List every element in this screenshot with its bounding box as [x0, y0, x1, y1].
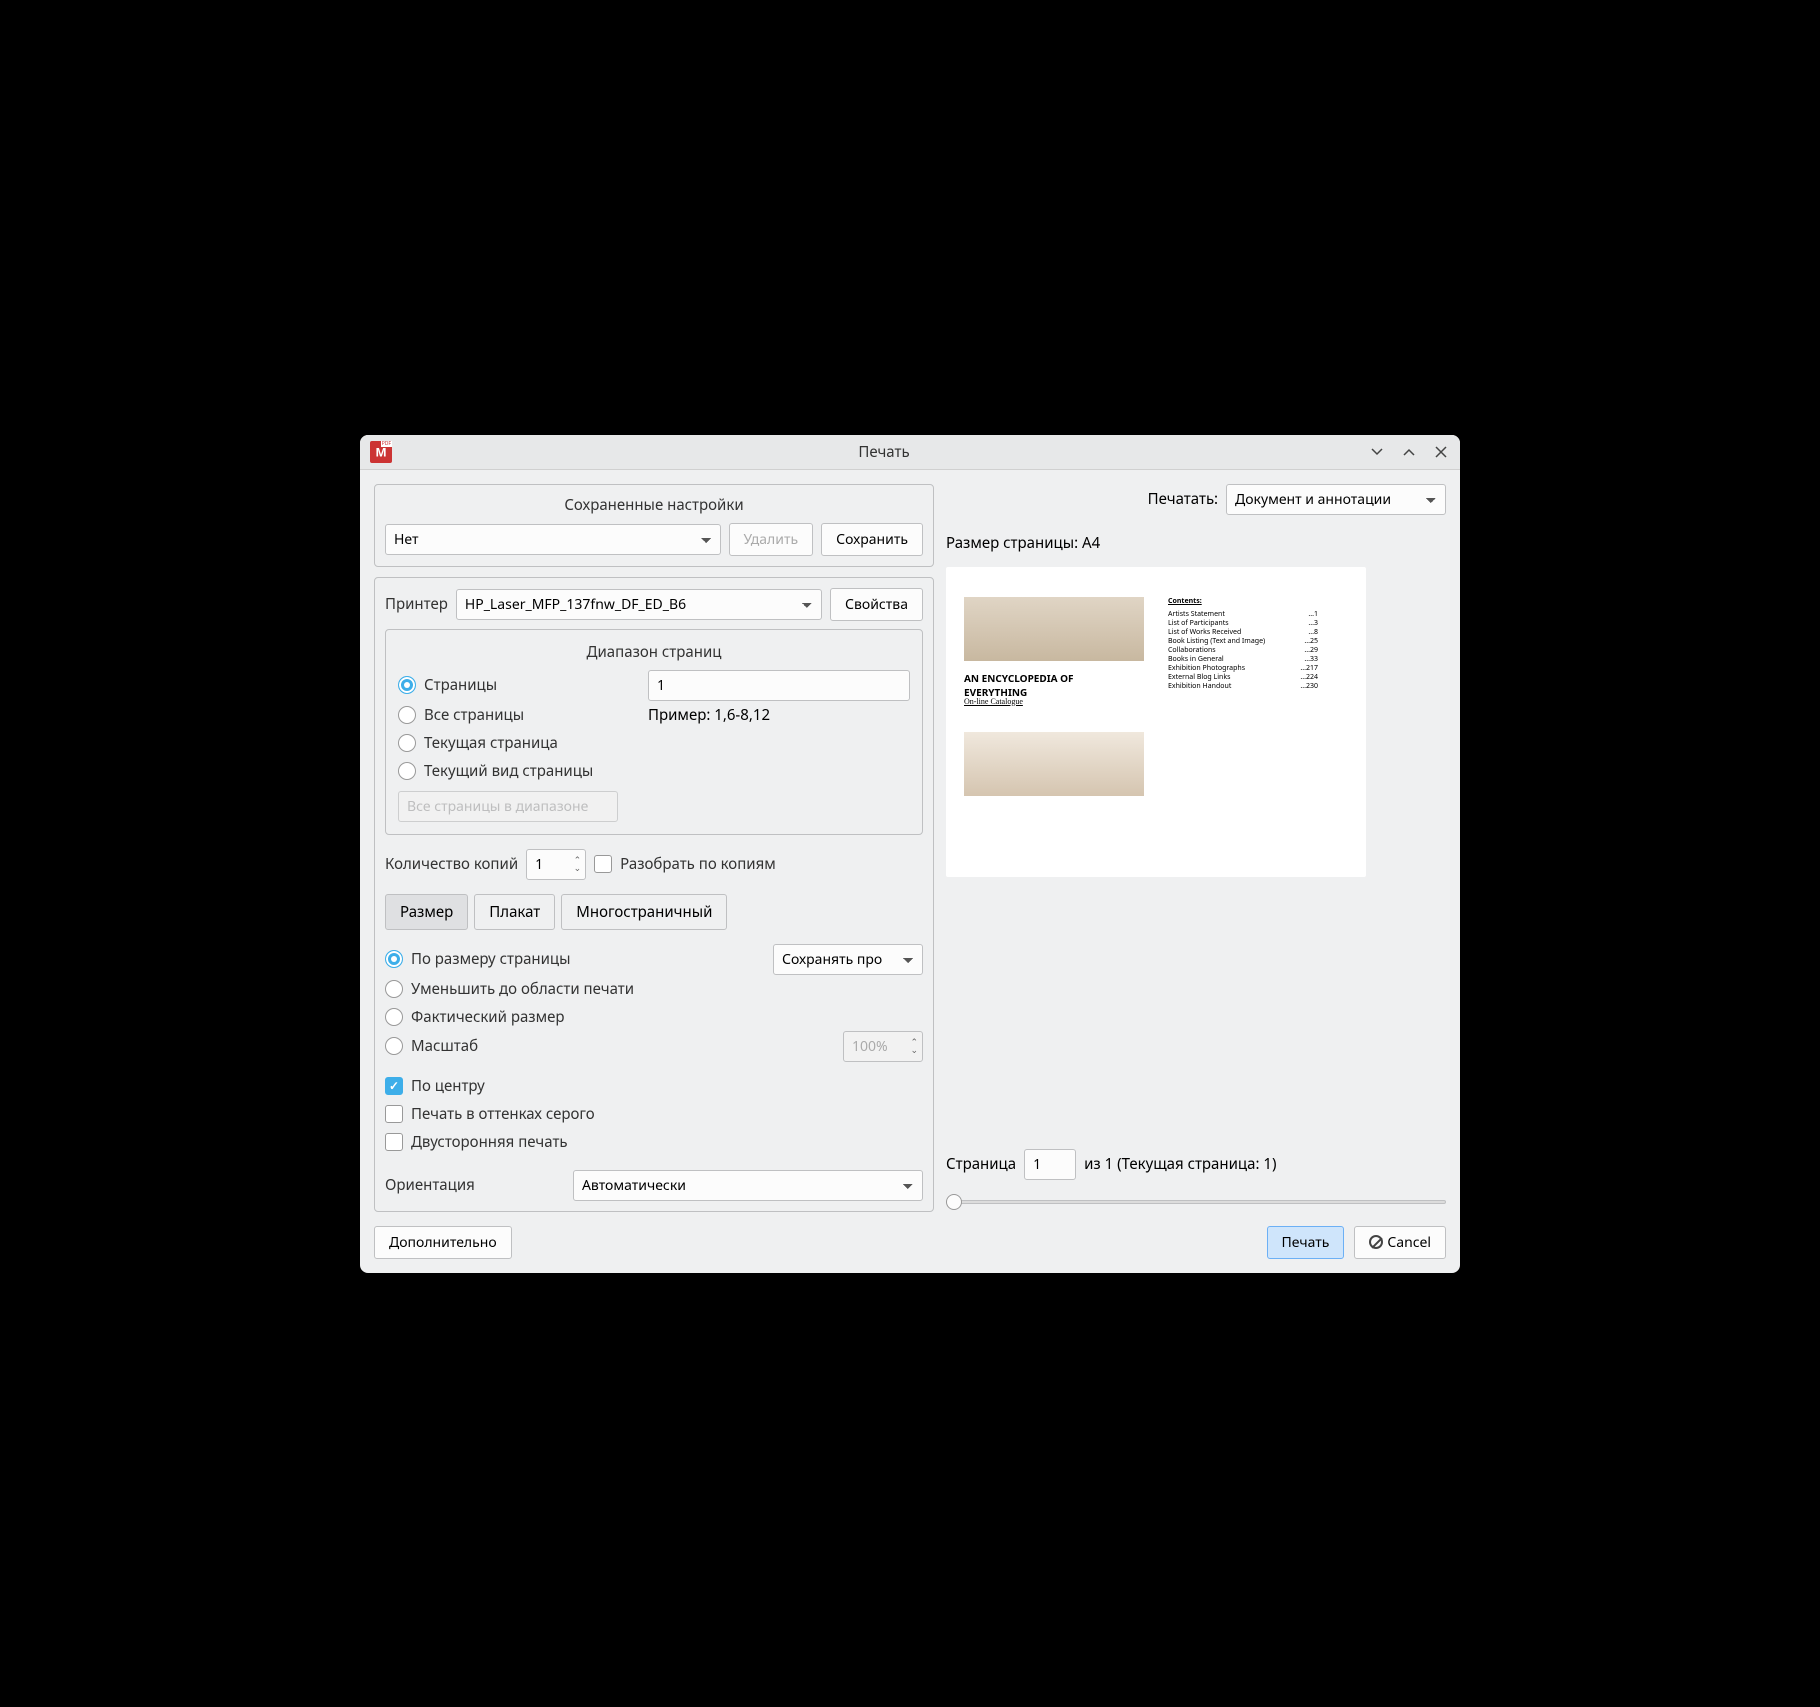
- preview-page: AN ENCYCLOPEDIA OFEVERYTHING On-line Cat…: [946, 567, 1366, 877]
- app-icon: [370, 441, 392, 463]
- duplex-check[interactable]: Двусторонняя печать: [385, 1128, 923, 1156]
- paper-size-label: Размер страницы: A4: [946, 533, 1446, 553]
- window-title: Печать: [400, 442, 1368, 462]
- copies-label: Количество копий: [385, 854, 518, 874]
- minimize-button[interactable]: [1368, 443, 1386, 461]
- collate-check[interactable]: Разобрать по копиям: [594, 850, 776, 878]
- preview-doc-subtitle: On-line Catalogue: [964, 697, 1023, 706]
- printer-group: Принтер HP_Laser_MFP_137fnw_DF_ED_B6 Сво…: [374, 577, 934, 1212]
- print-what-label: Печатать:: [1148, 489, 1218, 509]
- pages-radio[interactable]: Страницы: [398, 671, 638, 699]
- printer-select[interactable]: HP_Laser_MFP_137fnw_DF_ED_B6: [456, 589, 822, 620]
- fit-page-radio[interactable]: По размеру страницы: [385, 945, 765, 973]
- orientation-select[interactable]: Автоматически: [573, 1170, 923, 1201]
- preview-image-2: [964, 732, 1144, 796]
- save-preset-button[interactable]: Сохранить: [821, 523, 923, 556]
- orientation-label: Ориентация: [385, 1175, 565, 1195]
- advanced-button[interactable]: Дополнительно: [374, 1226, 512, 1259]
- tab-poster[interactable]: Плакат: [474, 894, 555, 930]
- pages-input[interactable]: [648, 670, 910, 701]
- subset-select: Все страницы в диапазоне: [398, 791, 618, 822]
- tab-size[interactable]: Размер: [385, 894, 468, 930]
- printer-label: Принтер: [385, 594, 448, 614]
- copies-spin[interactable]: 1: [526, 849, 586, 880]
- all-pages-radio[interactable]: Все страницы: [398, 701, 638, 729]
- maximize-button[interactable]: [1400, 443, 1418, 461]
- page-range-title: Диапазон страниц: [398, 642, 910, 662]
- preview-contents: Contents: Artists Statement...1List of P…: [1168, 597, 1318, 691]
- preset-select[interactable]: Нет: [385, 524, 721, 555]
- saved-settings-title: Сохраненные настройки: [385, 495, 923, 515]
- cancel-icon: [1369, 1235, 1383, 1249]
- print-button[interactable]: Печать: [1267, 1226, 1345, 1259]
- page-range-group: Диапазон страниц Страницы Все страницы П…: [385, 629, 923, 835]
- cancel-button[interactable]: Cancel: [1354, 1226, 1446, 1259]
- shrink-radio[interactable]: Уменьшить до области печати: [385, 975, 923, 1003]
- titlebar: Печать: [360, 435, 1460, 470]
- delete-preset-button[interactable]: Удалить: [729, 523, 814, 556]
- range-example: Пример: 1,6-8,12: [648, 705, 770, 725]
- print-what-select[interactable]: Документ и аннотации: [1226, 484, 1446, 515]
- keep-proportions-select[interactable]: Сохранять про: [773, 944, 923, 975]
- grayscale-check[interactable]: Печать в оттенках серого: [385, 1100, 923, 1128]
- close-button[interactable]: [1432, 443, 1450, 461]
- print-dialog: Печать Сохраненные настройки Нет Удалить…: [360, 435, 1460, 1273]
- page-of-label: из 1 (Текущая страница: 1): [1084, 1154, 1276, 1174]
- custom-scale-radio[interactable]: Масштаб: [385, 1032, 478, 1060]
- scale-spin: 100%: [843, 1031, 923, 1062]
- current-view-radio[interactable]: Текущий вид страницы: [398, 757, 910, 785]
- current-page-radio[interactable]: Текущая страница: [398, 729, 910, 757]
- printer-properties-button[interactable]: Свойства: [830, 588, 923, 621]
- preview-doc-title: AN ENCYCLOPEDIA OFEVERYTHING: [964, 671, 1074, 699]
- tab-multipage[interactable]: Многостраничный: [561, 894, 727, 930]
- page-input[interactable]: [1024, 1149, 1076, 1180]
- saved-settings-group: Сохраненные настройки Нет Удалить Сохран…: [374, 484, 934, 567]
- center-check[interactable]: По центру: [385, 1072, 923, 1100]
- actual-size-radio[interactable]: Фактический размер: [385, 1003, 923, 1031]
- page-slider[interactable]: [946, 1192, 1446, 1212]
- preview-image-1: [964, 597, 1144, 661]
- page-label: Страница: [946, 1154, 1016, 1174]
